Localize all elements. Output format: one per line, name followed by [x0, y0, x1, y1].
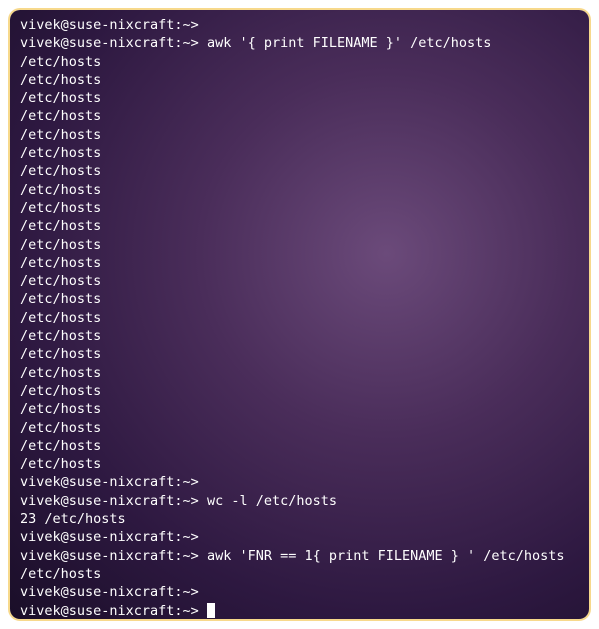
output-text: /etc/hosts [20, 163, 101, 179]
output-text: /etc/hosts [20, 383, 101, 399]
terminal-output-line: /etc/hosts [20, 217, 579, 235]
terminal-output-line: /etc/hosts [20, 236, 579, 254]
output-text: /etc/hosts [20, 218, 101, 234]
output-text: 23 /etc/hosts [20, 511, 126, 527]
terminal-output-line: /etc/hosts [20, 162, 579, 180]
shell-prompt: vivek@suse-nixcraft:~> [20, 474, 207, 490]
terminal-prompt-line: vivek@suse-nixcraft:~> [20, 16, 579, 34]
shell-command: awk '{ print FILENAME }' /etc/hosts [207, 35, 491, 51]
output-text: /etc/hosts [20, 255, 101, 271]
terminal-prompt-line: vivek@suse-nixcraft:~> [20, 602, 579, 620]
terminal-output-line: /etc/hosts [20, 364, 579, 382]
output-text: /etc/hosts [20, 401, 101, 417]
output-text: /etc/hosts [20, 328, 101, 344]
terminal-content[interactable]: vivek@suse-nixcraft:~> vivek@suse-nixcra… [10, 10, 589, 619]
shell-command: awk 'FNR == 1{ print FILENAME } ' /etc/h… [207, 548, 565, 564]
output-text: /etc/hosts [20, 310, 101, 326]
terminal-output-line: /etc/hosts [20, 565, 579, 583]
terminal-output-line: /etc/hosts [20, 89, 579, 107]
terminal-output-line: /etc/hosts [20, 272, 579, 290]
output-text: /etc/hosts [20, 145, 101, 161]
output-text: /etc/hosts [20, 273, 101, 289]
output-text: /etc/hosts [20, 456, 101, 472]
output-text: /etc/hosts [20, 54, 101, 70]
output-text: /etc/hosts [20, 108, 101, 124]
terminal-prompt-line: vivek@suse-nixcraft:~> awk '{ print FILE… [20, 34, 579, 52]
output-text: /etc/hosts [20, 200, 101, 216]
terminal-output-line: /etc/hosts [20, 144, 579, 162]
output-text: /etc/hosts [20, 566, 101, 582]
output-text: /etc/hosts [20, 72, 101, 88]
shell-prompt: vivek@suse-nixcraft:~> [20, 584, 207, 600]
terminal-output-line: /etc/hosts [20, 419, 579, 437]
output-text: /etc/hosts [20, 127, 101, 143]
terminal-output-line: 23 /etc/hosts [20, 510, 579, 528]
output-text: /etc/hosts [20, 420, 101, 436]
terminal-window: vivek@suse-nixcraft:~> vivek@suse-nixcra… [8, 8, 591, 621]
terminal-prompt-line: vivek@suse-nixcraft:~> [20, 528, 579, 546]
terminal-output-line: /etc/hosts [20, 437, 579, 455]
terminal-prompt-line: vivek@suse-nixcraft:~> [20, 473, 579, 491]
output-text: /etc/hosts [20, 90, 101, 106]
cursor [207, 603, 215, 618]
output-text: /etc/hosts [20, 182, 101, 198]
terminal-output-line: /etc/hosts [20, 53, 579, 71]
shell-command: wc -l /etc/hosts [207, 493, 337, 509]
shell-prompt: vivek@suse-nixcraft:~> [20, 493, 207, 509]
terminal-output-line: /etc/hosts [20, 199, 579, 217]
terminal-prompt-line: vivek@suse-nixcraft:~> wc -l /etc/hosts [20, 492, 579, 510]
shell-prompt: vivek@suse-nixcraft:~> [20, 548, 207, 564]
terminal-output-line: /etc/hosts [20, 327, 579, 345]
terminal-output-line: /etc/hosts [20, 107, 579, 125]
terminal-output-line: /etc/hosts [20, 309, 579, 327]
shell-prompt: vivek@suse-nixcraft:~> [20, 529, 207, 545]
shell-prompt: vivek@suse-nixcraft:~> [20, 603, 207, 619]
output-text: /etc/hosts [20, 438, 101, 454]
output-text: /etc/hosts [20, 365, 101, 381]
output-text: /etc/hosts [20, 291, 101, 307]
terminal-output-line: /etc/hosts [20, 181, 579, 199]
output-text: /etc/hosts [20, 346, 101, 362]
output-text: /etc/hosts [20, 237, 101, 253]
terminal-output-line: /etc/hosts [20, 400, 579, 418]
terminal-prompt-line: vivek@suse-nixcraft:~> awk 'FNR == 1{ pr… [20, 547, 579, 565]
terminal-output-line: /etc/hosts [20, 254, 579, 272]
terminal-output-line: /etc/hosts [20, 126, 579, 144]
terminal-prompt-line: vivek@suse-nixcraft:~> [20, 583, 579, 601]
shell-prompt: vivek@suse-nixcraft:~> [20, 17, 207, 33]
terminal-output-line: /etc/hosts [20, 290, 579, 308]
shell-prompt: vivek@suse-nixcraft:~> [20, 35, 207, 51]
terminal-output-line: /etc/hosts [20, 382, 579, 400]
terminal-output-line: /etc/hosts [20, 71, 579, 89]
terminal-output-line: /etc/hosts [20, 345, 579, 363]
terminal-output-line: /etc/hosts [20, 455, 579, 473]
